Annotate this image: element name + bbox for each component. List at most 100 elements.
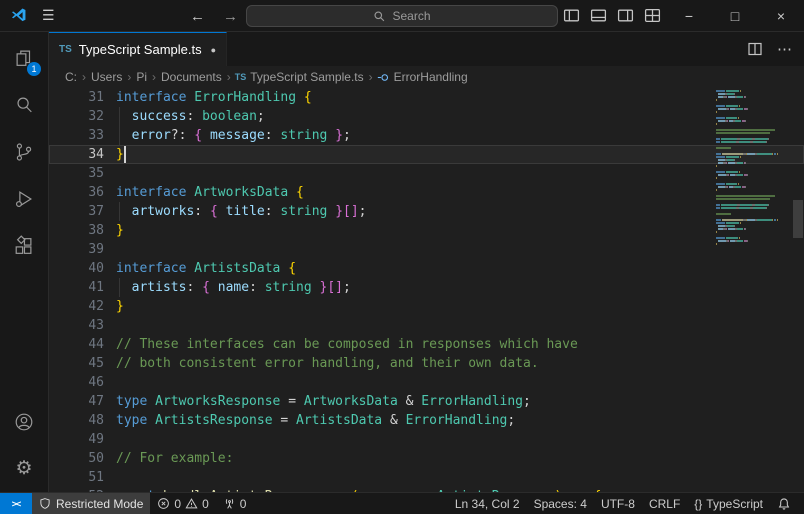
line-number[interactable]: 45 xyxy=(49,354,116,373)
eol-status[interactable]: CRLF xyxy=(642,493,687,514)
line-number[interactable]: 35 xyxy=(49,164,116,183)
line-number[interactable]: 43 xyxy=(49,316,116,335)
breadcrumb-item[interactable]: Users xyxy=(90,70,123,84)
code-line[interactable]: 46 xyxy=(49,373,804,392)
indentation-status[interactable]: Spaces: 4 xyxy=(527,493,594,514)
line-number[interactable]: 36 xyxy=(49,183,116,202)
error-icon xyxy=(157,497,170,510)
language-label: TypeScript xyxy=(706,497,763,511)
forward-button[interactable]: → xyxy=(223,8,238,25)
line-number[interactable]: 32 xyxy=(49,107,116,126)
close-button[interactable]: × xyxy=(758,0,804,31)
command-center-search[interactable]: Search xyxy=(246,5,558,27)
code-line[interactable]: 44// These interfaces can be composed in… xyxy=(49,335,804,354)
code-line[interactable]: 33 error?: { message: string }; xyxy=(49,126,804,145)
scrollbar-thumb[interactable] xyxy=(793,200,803,238)
status-bar: >< Restricted Mode 0 0 xyxy=(0,492,804,514)
code-line[interactable]: 31interface ErrorHandling { xyxy=(49,88,804,107)
maximize-button[interactable]: □ xyxy=(712,0,758,31)
code-line[interactable]: 50// For example: xyxy=(49,449,804,468)
encoding-status[interactable]: UTF-8 xyxy=(594,493,642,514)
code-line[interactable]: 49 xyxy=(49,430,804,449)
explorer-icon[interactable]: 1 xyxy=(0,34,48,81)
line-number[interactable]: 41 xyxy=(49,278,116,297)
settings-gear-icon[interactable]: ⚙ xyxy=(0,445,48,492)
toggle-panel-button[interactable] xyxy=(585,0,612,31)
code-token: interface xyxy=(116,185,186,200)
language-status[interactable]: {} TypeScript xyxy=(687,493,770,514)
code-line[interactable]: 32 success: boolean; xyxy=(49,107,804,126)
line-number[interactable]: 44 xyxy=(49,335,116,354)
toggle-secondary-sidebar-button[interactable] xyxy=(612,0,639,31)
code-token: ArtworksData xyxy=(194,185,288,200)
code-line[interactable]: 37 artworks: { title: string }[]; xyxy=(49,202,804,221)
minimize-button[interactable]: − xyxy=(666,0,712,31)
search-view-icon[interactable] xyxy=(0,81,48,128)
problems-status[interactable]: 0 0 xyxy=(150,493,215,514)
statusbar-left: >< Restricted Mode 0 0 xyxy=(0,493,253,514)
code-line[interactable]: 41 artists: { name: string }[]; xyxy=(49,278,804,297)
editor-actions: ⋯ xyxy=(747,32,804,66)
line-number[interactable]: 42 xyxy=(49,297,116,316)
code-token: error xyxy=(132,128,171,143)
code-line[interactable]: 48type ArtistsResponse = ArtistsData & E… xyxy=(49,411,804,430)
code-line[interactable]: 47type ArtworksResponse = ArtworksData &… xyxy=(49,392,804,411)
menu-icon[interactable]: ☰ xyxy=(42,7,55,24)
code-line[interactable]: 42} xyxy=(49,297,804,316)
code-line[interactable]: 36interface ArtworksData { xyxy=(49,183,804,202)
code-line[interactable]: 52const handleArtistsResponse = (respons… xyxy=(49,487,804,492)
code-token: : xyxy=(421,489,437,492)
restricted-mode-badge[interactable]: Restricted Mode xyxy=(32,493,150,514)
customize-layout-button[interactable] xyxy=(639,0,666,31)
notifications-bell-icon[interactable] xyxy=(770,493,798,514)
modified-indicator-icon[interactable]: ● xyxy=(211,45,216,55)
code-editor[interactable]: 31interface ErrorHandling {32 success: b… xyxy=(49,88,804,492)
line-number[interactable]: 37 xyxy=(49,202,116,221)
line-number[interactable]: 51 xyxy=(49,468,116,487)
code-line[interactable]: 45// both consistent error handling, and… xyxy=(49,354,804,373)
code-line[interactable]: 38} xyxy=(49,221,804,240)
code-line[interactable]: 51 xyxy=(49,468,804,487)
toggle-primary-sidebar-button[interactable] xyxy=(558,0,585,31)
source-control-icon[interactable] xyxy=(0,128,48,175)
ports-status[interactable]: 0 xyxy=(216,493,254,514)
code-token: title xyxy=(226,204,265,219)
code-token: boolean xyxy=(202,109,257,124)
more-actions-icon[interactable]: ⋯ xyxy=(777,40,792,58)
minimap-line xyxy=(716,243,790,246)
code-line[interactable]: 34} xyxy=(49,145,804,164)
cursor-position-status[interactable]: Ln 34, Col 2 xyxy=(448,493,527,514)
code-line[interactable]: 35 xyxy=(49,164,804,183)
breadcrumb-item[interactable]: Pi xyxy=(135,70,148,84)
line-number[interactable]: 50 xyxy=(49,449,116,468)
line-number[interactable]: 34 xyxy=(49,145,116,164)
code-token: { xyxy=(210,204,218,219)
line-number[interactable]: 48 xyxy=(49,411,116,430)
line-number[interactable]: 47 xyxy=(49,392,116,411)
tab-typescript-sample[interactable]: TS TypeScript Sample.ts ● xyxy=(49,32,227,66)
line-number[interactable]: 52 xyxy=(49,487,116,492)
line-number[interactable]: 39 xyxy=(49,240,116,259)
breadcrumb-item[interactable]: ErrorHandling xyxy=(393,70,469,84)
breadcrumb-item[interactable]: Documents xyxy=(160,70,223,84)
code-line[interactable]: 43 xyxy=(49,316,804,335)
minimap[interactable] xyxy=(716,90,790,246)
code-token xyxy=(202,128,210,143)
extensions-icon[interactable] xyxy=(0,222,48,269)
split-editor-icon[interactable] xyxy=(747,41,763,57)
line-number[interactable]: 49 xyxy=(49,430,116,449)
remote-indicator[interactable]: >< xyxy=(0,493,32,514)
account-icon[interactable] xyxy=(0,398,48,445)
line-number[interactable]: 33 xyxy=(49,126,116,145)
line-number[interactable]: 40 xyxy=(49,259,116,278)
breadcrumb-item[interactable]: TypeScript Sample.ts xyxy=(249,70,364,84)
line-number[interactable]: 46 xyxy=(49,373,116,392)
code-line[interactable]: 39 xyxy=(49,240,804,259)
run-debug-icon[interactable] xyxy=(0,175,48,222)
ports-count: 0 xyxy=(240,497,247,511)
back-button[interactable]: ← xyxy=(190,8,205,25)
line-number[interactable]: 38 xyxy=(49,221,116,240)
line-number[interactable]: 31 xyxy=(49,88,116,107)
breadcrumb-item[interactable]: C: xyxy=(64,70,78,84)
code-line[interactable]: 40interface ArtistsData { xyxy=(49,259,804,278)
